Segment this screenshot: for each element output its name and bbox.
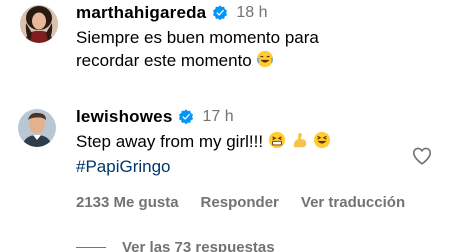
comment-username[interactable]: marthahigareda <box>76 3 206 23</box>
comment-text: Siempre es buen momento para recordar es… <box>76 26 406 74</box>
comment-time: 17 h <box>202 108 234 125</box>
comment-time: 18 h <box>236 4 268 21</box>
view-replies-button[interactable]: Ver las 73 respuestas <box>76 239 275 252</box>
squinting-laugh-emoji-icon <box>313 131 331 155</box>
see-translation-button[interactable]: Ver traducción <box>301 194 405 211</box>
heart-outline-icon[interactable] <box>411 145 433 167</box>
avatar-man-icon <box>18 109 56 147</box>
verified-badge-icon <box>178 109 194 125</box>
hashtag-link[interactable]: #PapiGringo <box>76 155 406 178</box>
comment-text-line: Siempre es buen momento para <box>76 28 319 47</box>
replies-divider <box>76 247 106 248</box>
laughing-emoji-icon <box>256 50 274 74</box>
comment-actions: 2133 Me gusta Responder Ver traducción <box>76 194 405 211</box>
verified-badge-icon <box>212 5 228 21</box>
likes-count-button[interactable]: 2133 Me gusta <box>76 194 179 211</box>
reply-button[interactable]: Responder <box>201 194 279 211</box>
comment-text-line: Step away from my girl!!! <box>76 132 264 151</box>
flexed-biceps-emoji-icon <box>291 131 309 155</box>
comment-username[interactable]: lewishowes <box>76 107 172 127</box>
comment-text-line: recordar este momento <box>76 51 252 70</box>
comment-text: Step away from my girl!!! #PapiGringo <box>76 130 406 178</box>
avatar[interactable] <box>20 5 58 43</box>
avatar[interactable] <box>18 109 56 147</box>
avatar-woman-icon <box>20 5 58 43</box>
grimacing-emoji-icon <box>268 131 286 155</box>
view-replies-label: Ver las 73 respuestas <box>122 239 275 252</box>
comments-panel: marthahigareda 18 h Siempre es buen mome… <box>0 0 449 252</box>
